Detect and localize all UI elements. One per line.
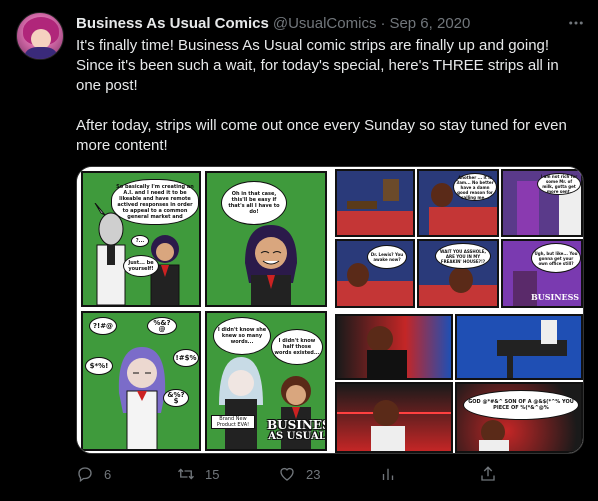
speech-bubble: So basically I'm creating an A.I. and I … — [111, 179, 199, 225]
separator: · — [380, 14, 386, 32]
speech-bubble: ?... — [131, 235, 149, 247]
comic-panel: I am not rich for some Mr. of milk, gott… — [501, 169, 583, 237]
speech-bubble: Another ... it is 3am... No better have … — [453, 173, 497, 201]
like-button[interactable]: 23 — [278, 462, 320, 486]
comic-logo: BUSINESS — [530, 292, 579, 302]
tweet-text: It's finally time! Business As Usual com… — [76, 36, 582, 176]
logo-line-1: BUSINESS — [267, 418, 325, 432]
comic-panel: I didn't know she knew so many words... … — [205, 311, 327, 451]
speech-bubble: %&?@ — [147, 317, 177, 335]
reply-count: 6 — [104, 466, 112, 482]
reply-icon — [78, 467, 92, 483]
more-icon[interactable] — [566, 13, 586, 33]
speech-bubble: $*%! — [85, 357, 113, 375]
comic-panel: Another ... it is 3am... No better have … — [417, 169, 499, 237]
speech-bubble: I didn't know she knew so many words... — [213, 317, 271, 355]
tweet-date[interactable]: Sep 6, 2020 — [389, 15, 470, 32]
speech-bubble: ?!#@ — [89, 317, 117, 335]
tweet-paragraph-2: After today, strips will come out once e… — [76, 117, 567, 154]
speech-bubble: Dr. Lewis? You awake now? — [367, 245, 407, 269]
speech-bubble: Just... be yourself! — [123, 255, 159, 277]
speech-bubble: WAIT YOU ASSHOLE, ARE YOU IN MY FREAKIN'… — [435, 243, 491, 269]
speech-bubble: I didn't know half those words existed..… — [271, 329, 323, 365]
logo-line-2: AS USUAL — [268, 431, 326, 442]
caption-box: Brand New Product EVA! — [211, 415, 255, 429]
author-name[interactable]: Business As Usual Comics — [76, 15, 269, 32]
retweet-count: 15 — [205, 466, 220, 482]
tweet[interactable]: Business As Usual Comics @UsualComics · … — [0, 0, 598, 501]
speech-bubble: GOD @*#&^ SON OF A @&$(*^% YOU PIECE OF … — [463, 390, 579, 420]
tweet-paragraph-1: It's finally time! Business As Usual com… — [76, 37, 559, 94]
robot-girl-character — [118, 347, 166, 449]
comic-panel: ?!#@ %&?@ !#$% $*%! &%?$ — [81, 311, 201, 451]
comic-panel — [335, 169, 415, 237]
like-count: 23 — [306, 466, 321, 482]
speech-bubble: &%?$ — [163, 389, 189, 407]
comic-panel: Ugh, but like... You gonna get your own … — [501, 239, 583, 308]
comic-panel — [455, 314, 583, 380]
share-icon — [481, 466, 495, 481]
comic-panel: WAIT YOU ASSHOLE, ARE YOU IN MY FREAKIN'… — [417, 239, 499, 308]
girl-character — [245, 225, 297, 305]
media-image-right-bottom[interactable]: GOD @*#&^ SON OF A @&$(*^% YOU PIECE OF … — [333, 312, 583, 453]
retweet-button[interactable]: 15 — [177, 462, 219, 486]
views-button[interactable] — [379, 462, 397, 486]
comic-logo: BUSINESS AS USUAL — [267, 418, 326, 443]
author-handle[interactable]: @UsualComics — [273, 15, 377, 32]
girl-character — [219, 357, 263, 449]
comic-panel: Oh in that case, this'll be easy if that… — [205, 171, 327, 307]
comic-panel — [335, 382, 453, 453]
avatar-body — [25, 47, 57, 59]
speech-bubble: I am not rich for some Mr. of milk, gott… — [537, 173, 581, 195]
avatar-face — [31, 29, 51, 49]
media-image-right-top[interactable]: Another ... it is 3am... No better have … — [333, 167, 583, 310]
speech-bubble: Ugh, but like... You gonna get your own … — [531, 243, 581, 273]
media-image-left[interactable]: So basically I'm creating an A.I. and I … — [77, 167, 331, 453]
analytics-icon — [382, 468, 394, 480]
reply-button[interactable]: 6 — [76, 462, 111, 486]
comic-panel — [335, 314, 453, 380]
comic-panel: So basically I'm creating an A.I. and I … — [81, 171, 201, 307]
speech-bubble: !#$% — [173, 349, 199, 367]
heart-icon — [280, 467, 294, 481]
speech-bubble: Oh in that case, this'll be easy if that… — [221, 181, 287, 225]
comic-panel: GOD @*#&^ SON OF A @&$(*^% YOU PIECE OF … — [455, 382, 583, 453]
comic-panel: Dr. Lewis? You awake now? — [335, 239, 415, 308]
media-grid: So basically I'm creating an A.I. and I … — [76, 166, 584, 454]
tweet-actions: 6 15 23 — [76, 462, 582, 486]
share-button[interactable] — [479, 462, 497, 486]
tweet-header: Business As Usual Comics @UsualComics · … — [76, 13, 470, 33]
retweet-icon — [178, 468, 194, 480]
avatar[interactable] — [16, 12, 64, 60]
